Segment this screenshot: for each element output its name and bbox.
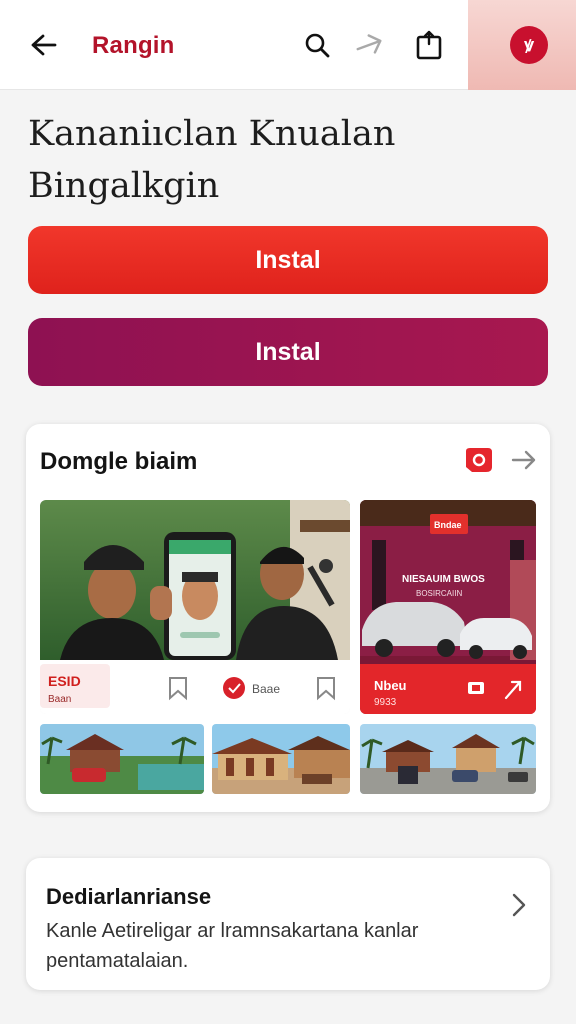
thumbnail-wooden-house[interactable] <box>212 724 350 794</box>
app-brand: Rangin <box>92 32 175 59</box>
thumbnail-image <box>212 724 350 794</box>
main-tile-action-label: Baae <box>252 682 280 696</box>
people-photo: ESID Baan Baae <box>40 500 350 714</box>
record-icon[interactable] <box>462 444 494 476</box>
thumbnail-image <box>40 724 204 794</box>
back-arrow-icon[interactable] <box>26 28 60 62</box>
search-icon[interactable] <box>300 28 334 62</box>
store-sign: Bndae <box>434 520 462 530</box>
install-button-primary[interactable]: Instal <box>28 226 548 294</box>
install-button-secondary[interactable]: Instal <box>28 318 548 386</box>
profile-avatar-icon[interactable]: ꝟ <box>510 26 548 64</box>
thumbnail-village-car[interactable] <box>40 724 204 794</box>
page-title: Kananiıclan Knualan Bingalkgin <box>28 114 396 206</box>
main-tile-badge: ESID <box>48 673 81 689</box>
like-badge-icon[interactable] <box>223 677 245 699</box>
description-text: Kanle Aetireligar ar lramnsakartana kanl… <box>46 920 419 972</box>
chevron-right-icon[interactable] <box>506 890 532 920</box>
gallery-main-tile[interactable]: ESID Baan Baae <box>40 500 350 714</box>
side-tile-sub: 9933 <box>374 697 397 708</box>
video-icon[interactable] <box>468 682 484 694</box>
main-tile-badge-sub: Baan <box>48 694 71 705</box>
forward-arrow-icon[interactable] <box>508 444 540 476</box>
side-tile-title: Nbeu <box>374 678 407 693</box>
description-card[interactable]: Dediarlanrianse Kanle Aetireligar ar lra… <box>26 858 550 990</box>
store-front-photo: Bndae NIESAUIM BWOS BOSIRCAIIN Nbeu 9933 <box>360 500 536 714</box>
gallery-side-tile[interactable]: Bndae NIESAUIM BWOS BOSIRCAIIN Nbeu 9933 <box>360 500 536 714</box>
top-app-bar: Rangin ꝟ <box>0 0 576 90</box>
gallery-card: Domgle biaim ESID Baan Baae Bndae NIESAU… <box>26 424 550 812</box>
gallery-title: Domgle biaim <box>40 448 198 475</box>
share-plane-icon[interactable] <box>352 28 386 62</box>
thumbnail-street-scene[interactable] <box>360 724 536 794</box>
share-box-icon[interactable] <box>412 28 446 62</box>
thumbnail-image <box>360 724 536 794</box>
store-banner-line1: NIESAUIM BWOS <box>402 574 485 585</box>
store-banner-line2: BOSIRCAIIN <box>416 589 462 598</box>
description-title: Dediarlanrianse <box>46 884 212 909</box>
